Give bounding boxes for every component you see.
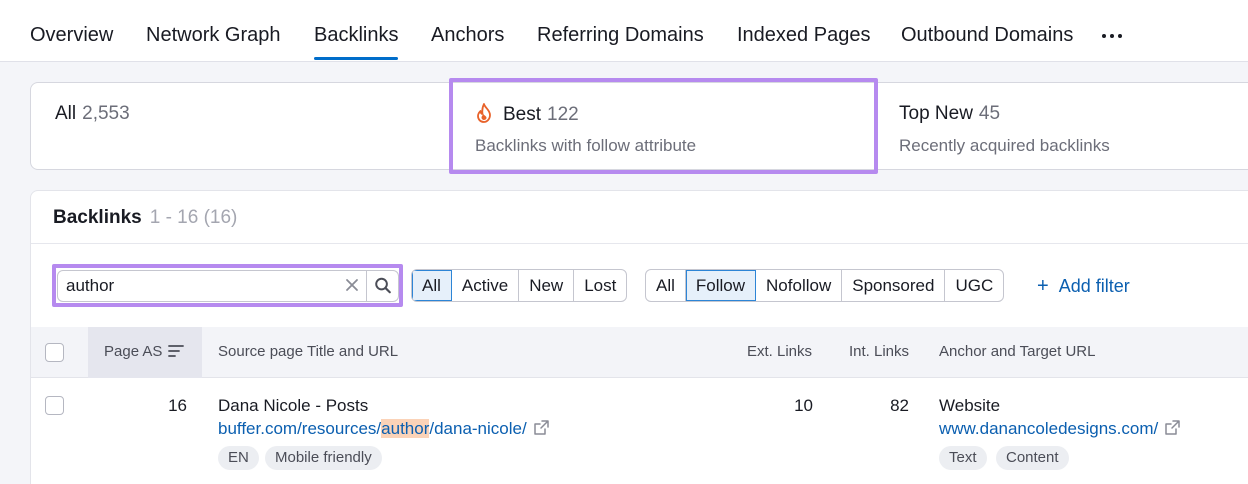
external-link-icon[interactable] bbox=[1164, 419, 1181, 436]
fire-icon bbox=[477, 103, 491, 123]
panel-range: 1 - 16 (16) bbox=[149, 207, 238, 228]
card-top-new-subtitle: Recently acquired backlinks bbox=[899, 136, 1110, 155]
source-column-header: Source page Title and URL bbox=[218, 343, 399, 360]
int-links-value: 82 bbox=[890, 396, 909, 415]
type-filter-sponsored[interactable]: Sponsored bbox=[842, 270, 946, 301]
page-as-value: 16 bbox=[168, 396, 187, 415]
backlink-category-cards: All 2,553 Best 122 Backlinks with follow a… bbox=[30, 82, 1248, 170]
sort-icon bbox=[168, 345, 184, 357]
type-filter-follow[interactable]: Follow bbox=[685, 270, 757, 301]
target-url-text: www.danancoledesigns.com/ bbox=[939, 419, 1159, 438]
anchor-column-header: Anchor and Target URL bbox=[939, 343, 1096, 360]
anchor-location-tag: Content bbox=[996, 446, 1069, 470]
backlinks-panel: Backlinks 1 - 16 (16) All Active New Lost… bbox=[30, 190, 1248, 484]
status-filter-lost[interactable]: Lost bbox=[574, 270, 626, 301]
source-page-title: Dana Nicole - Posts bbox=[218, 396, 369, 415]
url-suffix: /dana-nicole/ bbox=[429, 419, 527, 438]
tab-indexed-pages[interactable]: Indexed Pages bbox=[737, 24, 870, 47]
card-best-label: Best bbox=[503, 104, 542, 125]
page-as-column-header[interactable]: Page AS bbox=[88, 327, 202, 378]
status-filter-all[interactable]: All bbox=[412, 270, 452, 301]
card-best[interactable]: Best 122 Backlinks with follow attribute bbox=[451, 83, 875, 171]
external-link-icon[interactable] bbox=[533, 419, 550, 436]
target-url[interactable]: www.danancoledesigns.com/ bbox=[939, 419, 1181, 439]
search-input[interactable] bbox=[58, 271, 338, 301]
status-filter-active[interactable]: Active bbox=[452, 270, 520, 301]
language-tag: EN bbox=[218, 446, 259, 470]
status-filter-new[interactable]: New bbox=[519, 270, 575, 301]
card-best-count: 122 bbox=[547, 104, 579, 125]
type-filter-all[interactable]: All bbox=[646, 270, 686, 301]
clear-icon[interactable] bbox=[340, 275, 364, 297]
type-filter-ugc[interactable]: UGC bbox=[945, 270, 1003, 301]
tab-anchors[interactable]: Anchors bbox=[431, 24, 504, 47]
url-prefix: buffer.com/resources/ bbox=[218, 419, 382, 438]
panel-divider bbox=[31, 243, 1248, 244]
tab-network-graph[interactable]: Network Graph bbox=[146, 24, 281, 47]
report-tabs: Overview Network Graph Backlinks Anchors… bbox=[0, 0, 1248, 62]
status-filter: All Active New Lost bbox=[411, 269, 628, 302]
panel-title: Backlinks 1 - 16 (16) bbox=[53, 207, 237, 229]
panel-title-label: Backlinks bbox=[53, 207, 142, 228]
int-links-column-header[interactable]: Int. Links bbox=[849, 343, 909, 360]
card-all-count: 2,553 bbox=[82, 103, 130, 124]
page-as-header-label: Page AS bbox=[104, 343, 163, 360]
tab-backlinks[interactable]: Backlinks bbox=[314, 24, 399, 60]
card-top-new-count: 45 bbox=[978, 103, 1001, 124]
anchor-type-tag: Text bbox=[939, 446, 987, 470]
card-all[interactable]: All 2,553 bbox=[31, 83, 451, 171]
table-row: 16 Dana Nicole - Posts buffer.com/resour… bbox=[31, 379, 1248, 484]
card-top-new[interactable]: Top New 45 Recently acquired backlinks bbox=[875, 83, 1248, 171]
type-filter-nofollow[interactable]: Nofollow bbox=[756, 270, 843, 301]
add-filter-label: Add filter bbox=[1058, 276, 1130, 296]
card-all-label: All bbox=[55, 103, 77, 124]
card-top-new-label: Top New bbox=[899, 103, 973, 124]
more-tabs-icon[interactable] bbox=[1102, 34, 1122, 38]
row-checkbox[interactable] bbox=[45, 396, 64, 415]
search-box bbox=[57, 270, 399, 302]
ext-links-value: 10 bbox=[794, 396, 813, 415]
add-filter-button[interactable]: + Add filter bbox=[1037, 275, 1130, 298]
card-best-subtitle: Backlinks with follow attribute bbox=[475, 136, 697, 155]
plus-icon: + bbox=[1037, 275, 1049, 297]
ext-links-column-header[interactable]: Ext. Links bbox=[747, 343, 812, 360]
url-search-match: author bbox=[381, 419, 430, 438]
tab-referring-domains[interactable]: Referring Domains bbox=[537, 24, 704, 47]
anchor-text: Website bbox=[939, 396, 1001, 415]
mobile-friendly-tag: Mobile friendly bbox=[265, 446, 382, 470]
link-type-filter: All Follow Nofollow Sponsored UGC bbox=[645, 269, 1005, 302]
tab-overview[interactable]: Overview bbox=[30, 24, 113, 47]
source-page-url[interactable]: buffer.com/resources/author/dana-nicole/ bbox=[218, 419, 550, 439]
table-header: Page AS Source page Title and URL Ext. L… bbox=[31, 327, 1248, 378]
search-icon[interactable] bbox=[366, 271, 399, 301]
select-all-checkbox[interactable] bbox=[45, 343, 64, 362]
tab-outbound-domains[interactable]: Outbound Domains bbox=[901, 24, 1073, 47]
